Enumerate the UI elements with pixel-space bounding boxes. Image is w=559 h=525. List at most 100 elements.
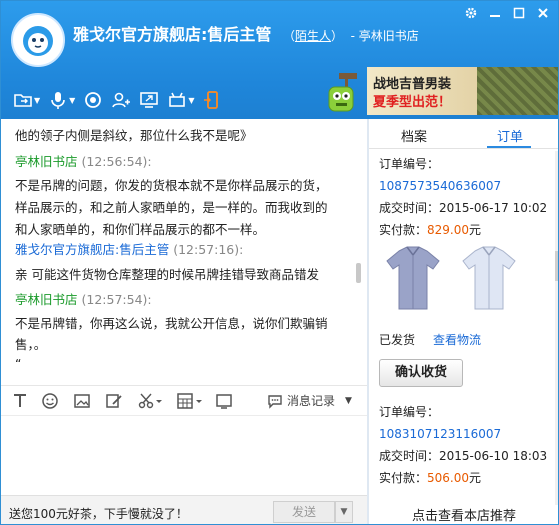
emoji-icon[interactable]	[41, 392, 59, 410]
shirt-thumbnail[interactable]	[459, 243, 519, 313]
order-card: 订单编号： 1087573540636007 成交时间：2015-06-17 1…	[379, 153, 554, 241]
sender-name[interactable]: 亭林旧书店	[15, 154, 78, 169]
order-price-unit: 元	[469, 471, 482, 485]
screenshot-scissors-icon[interactable]	[137, 392, 165, 410]
window-controls	[462, 5, 552, 21]
stranger-link[interactable]: 陌生人	[295, 29, 331, 43]
tab-archive[interactable]: 档案	[401, 126, 427, 145]
order-status: 已发货 查看物流	[379, 331, 481, 348]
message-text: 和人家晒单的，和你们样品展示的都不一样。	[15, 222, 266, 237]
message-header: 雅戈尔官方旗舰店:售后主管 (12:57:16):	[15, 239, 353, 260]
top-toolbar: ▼ ▼ ▼	[13, 89, 222, 111]
right-scrollbar[interactable]	[555, 151, 558, 505]
edit-icon[interactable]	[105, 392, 123, 410]
order-price: 829.00	[427, 223, 470, 237]
message-header: 亭林旧书店 (12:56:54):	[15, 151, 353, 172]
store-recommend-link[interactable]: 点击查看本店推荐	[369, 505, 558, 524]
chat-window: 雅戈尔官方旗舰店:售后主管 （陌生人） - 亭林旧书店 ▼ ▼ ▼ 战地吉普男装…	[0, 0, 559, 525]
message-input[interactable]	[1, 415, 367, 495]
stranger-paren-open: （	[282, 29, 295, 43]
share-screen-button[interactable]	[139, 89, 159, 111]
order-items	[383, 243, 555, 315]
ad-banner[interactable]: 战地吉普男装 夏季型出范！	[367, 67, 558, 115]
view-logistics-link[interactable]: 查看物流	[433, 331, 481, 348]
order-paid-label: 实付款：	[379, 223, 428, 237]
message-text: 他的领子内侧是斜纹，那位什么我不是呢》	[15, 128, 253, 143]
minimize-icon[interactable]	[486, 5, 504, 21]
microphone-icon	[51, 92, 65, 109]
confirm-receipt-button[interactable]: 确认收货	[379, 359, 463, 387]
send-button[interactable]: 发送	[273, 501, 335, 523]
self-account: - 亭林旧书店	[350, 29, 419, 43]
mobile-button[interactable]	[202, 89, 222, 111]
order-price-unit: 元	[469, 223, 482, 237]
avatar[interactable]	[11, 13, 65, 67]
message-text: 不是吊牌错，你再这么说，我就公开信息，说你们欺骗销	[15, 316, 328, 331]
order-card: 订单编号： 1083107123116007 成交时间：2015-06-10 1…	[379, 401, 554, 489]
maximize-icon[interactable]	[510, 5, 528, 21]
qq-penguin-icon	[23, 26, 53, 56]
sender-name[interactable]: 雅戈尔官方旗舰店:售后主管	[15, 242, 169, 257]
input-toolbar: 消息记录 ▼	[1, 385, 367, 415]
phone-icon	[204, 91, 219, 109]
message-header: 亭林旧书店 (12:57:54):	[15, 289, 353, 310]
history-label: 消息记录	[287, 394, 336, 408]
voice-button[interactable]: ▼	[48, 89, 75, 111]
message-text: 亲 可能这件货物仓库整理的时候吊牌挂错导致商品错发	[15, 267, 319, 282]
order-number[interactable]: 1087573540636007	[379, 175, 554, 197]
stranger-paren-close: ）	[331, 29, 344, 43]
chat-history[interactable]: 他的领子内侧是斜纹，那位什么我不是呢》 亭林旧书店 (12:56:54): 不是…	[1, 119, 367, 381]
ad-line1: 战地吉普男装	[373, 77, 452, 92]
settings-icon[interactable]	[462, 5, 480, 21]
order-number-label: 订单编号：	[379, 157, 440, 171]
window-title: 雅戈尔官方旗舰店:售后主管 （陌生人） - 亭林旧书店	[73, 21, 419, 45]
screen-share-icon	[140, 92, 159, 108]
order-number-label: 订单编号：	[379, 405, 440, 419]
right-tabs: 档案 订单	[369, 119, 558, 149]
robot-mascot-icon[interactable]	[325, 71, 361, 115]
font-icon[interactable]	[11, 392, 29, 410]
chat-bubble-icon	[268, 394, 282, 409]
order-price: 506.00	[427, 471, 470, 485]
folder-icon	[14, 94, 32, 107]
calculator-icon[interactable]	[177, 392, 205, 410]
right-panel: 档案 订单 订单编号： 1087573540636007 成交时间：2015-0…	[369, 119, 558, 524]
ad-line2: 夏季型出范！	[373, 95, 452, 110]
camera-icon	[85, 92, 102, 108]
promo-link[interactable]: 送您100元好茶，下手慢就没了！	[9, 505, 188, 522]
message-text: “	[15, 356, 22, 371]
add-contact-button[interactable]	[111, 89, 131, 111]
timestamp: (12:57:54):	[81, 292, 152, 307]
timestamp: (12:56:54):	[81, 154, 152, 169]
remote-icon	[169, 92, 186, 107]
sender-name[interactable]: 亭林旧书店	[15, 292, 78, 307]
message-text: 不是吊牌的问题，你发的货根本就不是你样品展示的货，	[15, 178, 328, 193]
remote-assist-button[interactable]: ▼	[167, 89, 194, 111]
order-date-label: 成交时间：	[379, 449, 440, 463]
message-text: 样品展示的，和之前人家晒单的，是一样的。而我收到的	[15, 200, 328, 215]
order-paid-label: 实付款：	[379, 471, 428, 485]
add-user-icon	[112, 92, 131, 108]
order-date: 2015-06-10 18:03	[439, 449, 548, 463]
send-options-icon[interactable]: ▼	[335, 501, 353, 523]
order-number[interactable]: 1083107123116007	[379, 423, 554, 445]
close-icon[interactable]	[534, 5, 552, 21]
timestamp: (12:57:16):	[173, 242, 244, 257]
history-dropdown-icon[interactable]: ▼	[345, 396, 352, 406]
shirt-thumbnail[interactable]	[383, 243, 443, 313]
image-icon[interactable]	[73, 392, 91, 410]
ad-shirt-image	[477, 67, 558, 115]
title-bar: 雅戈尔官方旗舰店:售后主管 （陌生人） - 亭林旧书店 ▼ ▼ ▼ 战地吉普男装…	[1, 1, 558, 119]
tab-order[interactable]: 订单	[497, 126, 523, 145]
shipped-status: 已发货	[379, 333, 416, 347]
order-date: 2015-06-17 10:02	[439, 201, 548, 215]
video-button[interactable]	[83, 89, 103, 111]
footer: 送您100元好茶，下手慢就没了！ 发送 ▼	[1, 495, 367, 524]
contact-name: 雅戈尔官方旗舰店:售后主管	[73, 25, 272, 44]
message-history-button[interactable]: 消息记录 ▼	[267, 392, 352, 409]
file-transfer-button[interactable]: ▼	[13, 89, 40, 111]
chat-scrollbar[interactable]	[356, 263, 361, 283]
order-date-label: 成交时间：	[379, 201, 440, 215]
window-icon[interactable]	[215, 392, 233, 410]
active-tab-indicator	[487, 146, 531, 148]
